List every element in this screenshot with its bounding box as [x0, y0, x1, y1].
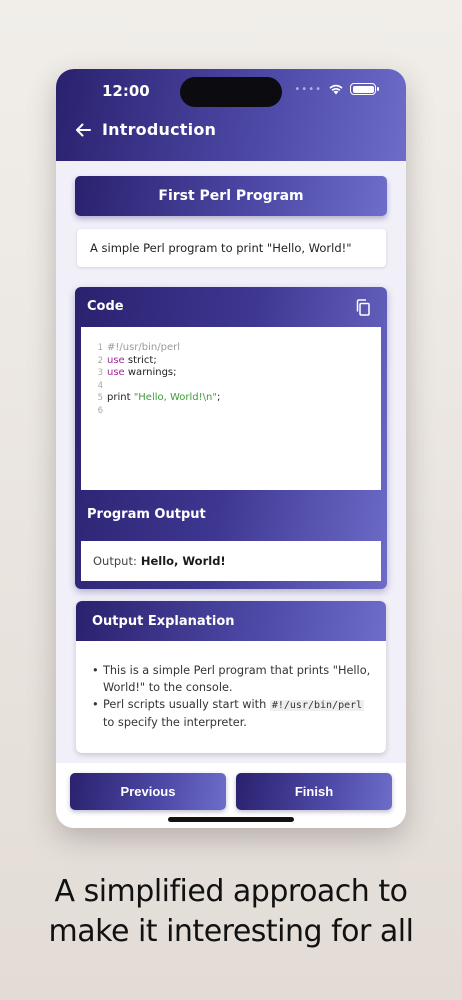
- status-icons: ••••: [294, 83, 379, 95]
- code-line: 5 print "Hello, World!\n";: [89, 392, 381, 405]
- explanation-heading: Output Explanation: [76, 601, 386, 641]
- program-output-heading: Program Output: [87, 507, 206, 522]
- line-number: 2: [97, 355, 103, 366]
- output-value: Hello, World!: [140, 554, 226, 568]
- caption-line: A simplified approach to: [54, 874, 408, 909]
- explanation-bullet: This is a simple Perl program that print…: [92, 663, 378, 696]
- lesson-description: A simple Perl program to print "Hello, W…: [77, 229, 386, 267]
- line-number: 4: [97, 380, 103, 391]
- explanation-list: This is a simple Perl program that print…: [76, 641, 386, 731]
- line-number: 5: [97, 393, 103, 403]
- status-time: 12:00: [102, 82, 150, 100]
- dynamic-island: [180, 77, 282, 107]
- code-token: "Hello, World!\n": [133, 392, 217, 403]
- code-line: 3 use warnings;: [89, 367, 381, 380]
- code-line: 6: [89, 405, 381, 418]
- copy-icon[interactable]: [355, 299, 371, 316]
- previous-button[interactable]: Previous: [70, 773, 226, 810]
- code-line: 1 #!/usr/bin/perl: [89, 342, 381, 355]
- lesson-title-banner: First Perl Program: [75, 176, 387, 216]
- back-arrow-icon[interactable]: [74, 121, 92, 139]
- code-token: #!/usr/bin/perl: [107, 342, 181, 353]
- code-editor: 1 #!/usr/bin/perl 2 use strict; 3 use warning…: [81, 327, 381, 490]
- code-token: use: [107, 354, 125, 366]
- code-card: Code 1 #!/usr/bin/perl 2 use strict; 3 use wa…: [75, 287, 387, 589]
- bottom-nav: Previous Finish: [56, 763, 406, 828]
- app-header: 12:00 •••• Introduction: [56, 69, 406, 161]
- page-title: Introduction: [102, 120, 217, 139]
- bullet-text: Perl scripts usually start with: [103, 698, 270, 711]
- line-number: 3: [97, 368, 103, 378]
- bullet-text: to specify the interpreter.: [103, 715, 247, 729]
- explanation-bullet: Perl scripts usually start with #!/usr/b…: [92, 697, 378, 731]
- code-token: strict;: [124, 354, 157, 366]
- code-token: print: [107, 392, 134, 403]
- inline-code: #!/usr/bin/perl: [269, 700, 365, 711]
- signal-dots-icon: ••••: [294, 83, 322, 95]
- program-output-box: Output: Hello, World!: [81, 541, 381, 581]
- code-heading: Code: [87, 299, 124, 314]
- lesson-content: First Perl Program A simple Perl program…: [56, 161, 406, 761]
- battery-icon: [350, 83, 379, 95]
- explanation-card: Output Explanation This is a simple Perl…: [76, 601, 386, 753]
- code-line: 4: [89, 380, 381, 393]
- caption-line: make it interesting for all: [48, 914, 414, 949]
- code-line: 2 use strict;: [89, 355, 381, 368]
- code-token: ;: [216, 392, 221, 403]
- phone-frame: 12:00 •••• Introduction First Perl Progr…: [56, 69, 406, 828]
- line-number: 1: [97, 343, 103, 353]
- finish-button[interactable]: Finish: [236, 773, 392, 810]
- output-label: Output:: [93, 554, 137, 568]
- line-number: 6: [97, 405, 103, 416]
- wifi-icon: [329, 84, 343, 95]
- home-indicator: [168, 817, 294, 822]
- code-token: warnings;: [124, 367, 177, 378]
- code-token: use: [107, 367, 125, 378]
- promo-caption: A simplified approach to make it interes…: [0, 872, 462, 952]
